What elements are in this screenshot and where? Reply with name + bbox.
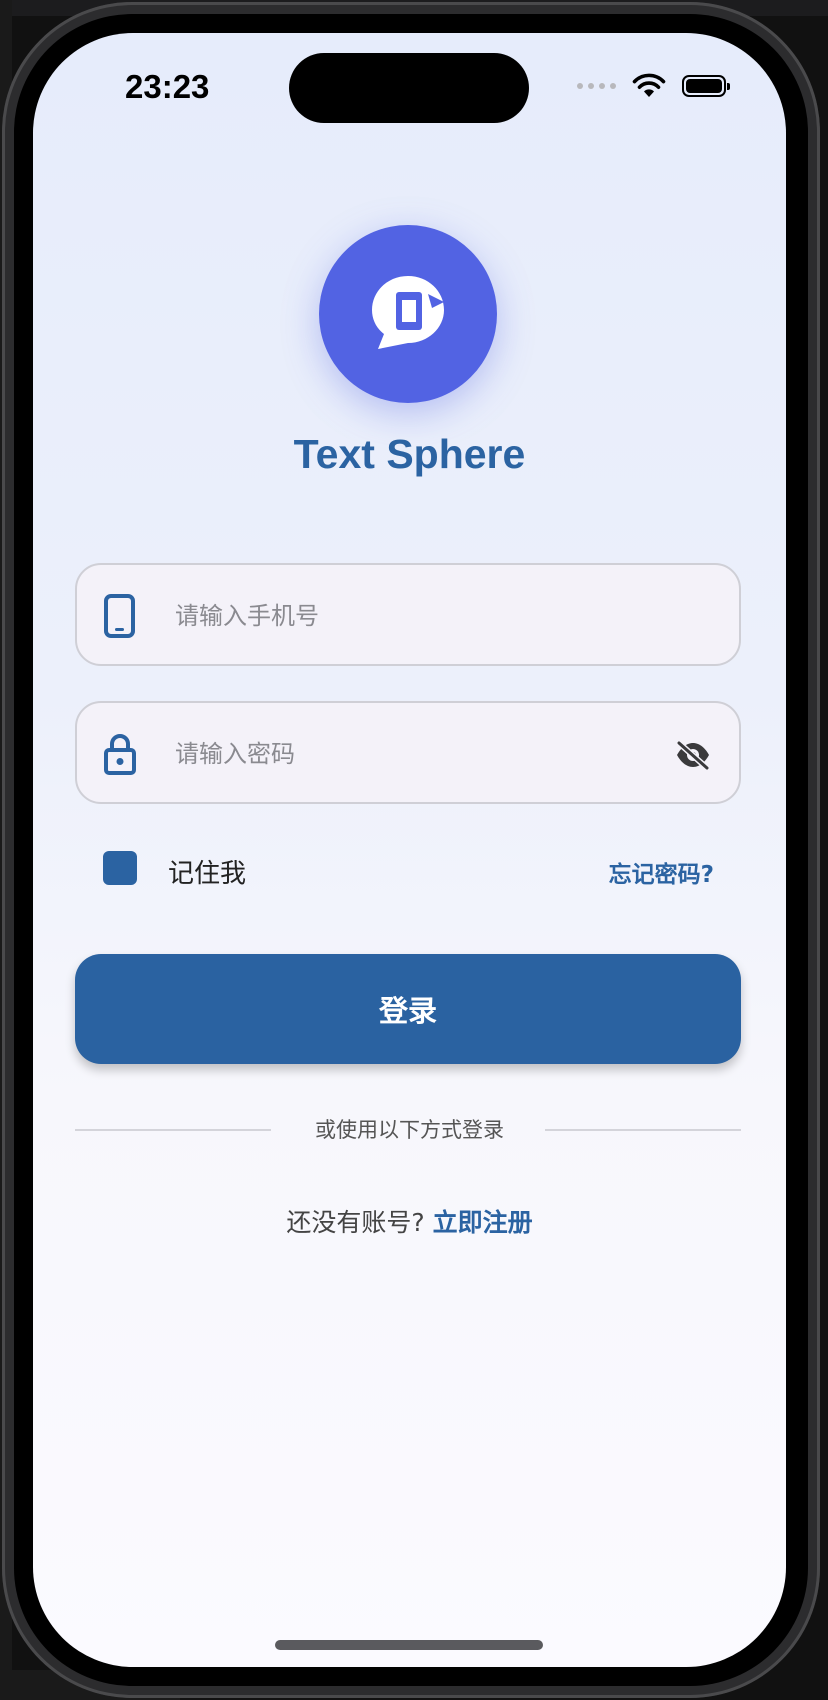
phone-icon — [104, 594, 135, 638]
forgot-password-link[interactable]: 忘记密码? — [609, 855, 714, 889]
register-prompt: 还没有账号? — [286, 1208, 433, 1237]
app-logo — [319, 225, 497, 403]
login-button[interactable]: 登录 — [75, 954, 741, 1064]
desktop-background: 23:23 Text Sphere 请输入手机号 记住我 忘记密码? 登录 或使… — [0, 0, 828, 1700]
lock-icon — [104, 734, 136, 775]
home-indicator[interactable] — [275, 1640, 543, 1650]
register-row: 还没有账号? 立即注册 — [33, 1203, 786, 1239]
wifi-icon — [632, 73, 666, 97]
phone-field[interactable] — [75, 563, 741, 666]
password-field[interactable] — [75, 701, 741, 804]
status-icons — [577, 73, 730, 99]
login-screen: 23:23 Text Sphere 请输入手机号 记住我 忘记密码? 登录 或使… — [33, 33, 786, 1667]
remember-checkbox[interactable] — [103, 851, 137, 885]
alt-login-label: 或使用以下方式登录 — [315, 1118, 504, 1142]
eye-off-icon[interactable] — [675, 739, 711, 771]
signal-dots-icon — [577, 83, 616, 89]
status-time: 23:23 — [125, 68, 210, 105]
app-title: Text Sphere — [293, 431, 526, 477]
phone-input[interactable] — [175, 591, 615, 641]
password-input[interactable] — [175, 729, 615, 779]
battery-icon — [682, 75, 730, 97]
register-link[interactable]: 立即注册 — [433, 1208, 533, 1237]
dynamic-island — [289, 53, 529, 123]
chat-bubble-phone-icon — [372, 276, 444, 349]
remember-label[interactable]: 记住我 — [168, 853, 246, 890]
